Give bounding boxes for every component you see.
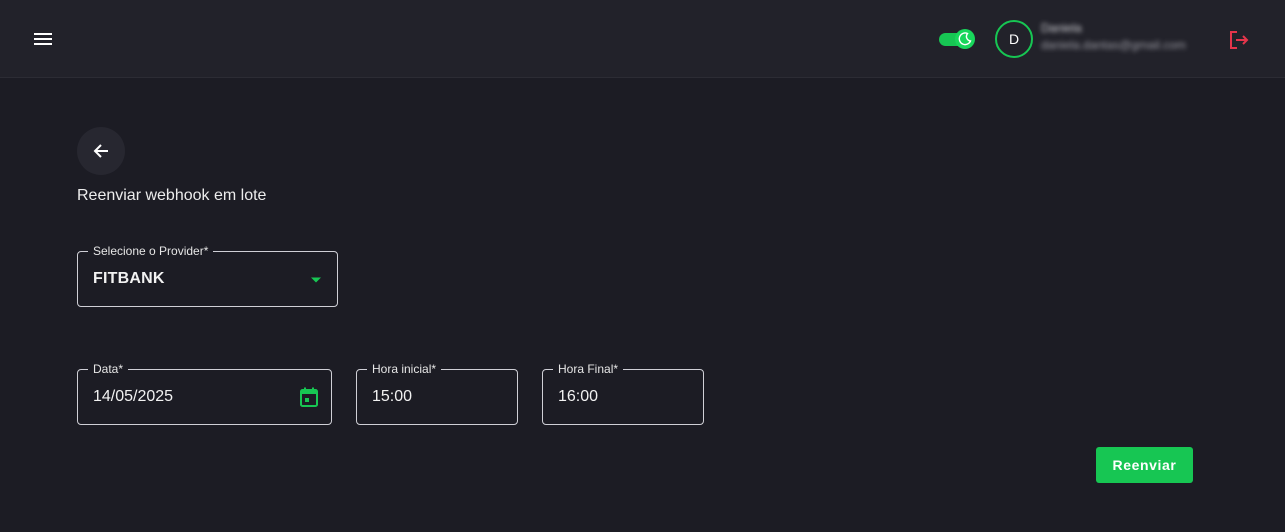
start-time-label: Hora inicial*: [367, 361, 442, 377]
start-time-field[interactable]: Hora inicial* 15:00: [356, 361, 518, 425]
logout-icon: [1230, 31, 1249, 49]
caret-down-icon[interactable]: [310, 276, 322, 284]
calendar-icon[interactable]: [298, 386, 320, 408]
theme-toggle-thumb: [955, 29, 975, 49]
date-field[interactable]: Data* 14/05/2025: [77, 361, 332, 425]
menu-icon: [34, 33, 52, 45]
user-name: Daniela: [1041, 21, 1082, 35]
end-time-value: 16:00: [558, 388, 599, 405]
user-info: Daniela daniela.dantas@gmail.com: [1041, 20, 1213, 54]
logout-button[interactable]: [1226, 27, 1252, 53]
provider-select[interactable]: Selecione o Provider* FITBANK: [77, 243, 338, 307]
avatar-initial: D: [1008, 31, 1020, 47]
date-label: Data*: [88, 361, 129, 377]
date-value: 14/05/2025: [93, 388, 174, 405]
end-time-field[interactable]: Hora Final* 16:00: [542, 361, 704, 425]
provider-value: FITBANK: [93, 270, 165, 287]
provider-label: Selecione o Provider*: [88, 243, 214, 259]
resend-button[interactable]: Reenviar: [1096, 447, 1193, 483]
theme-toggle[interactable]: [938, 29, 976, 49]
moon-icon: [958, 32, 972, 46]
top-bar: D Daniela daniela.dantas@gmail.com: [0, 0, 1285, 78]
page-title: Reenviar webhook em lote: [77, 187, 267, 204]
arrow-left-icon: [93, 144, 108, 158]
back-button[interactable]: [77, 127, 125, 175]
start-time-value: 15:00: [372, 388, 413, 405]
menu-button[interactable]: [28, 24, 58, 54]
end-time-label: Hora Final*: [553, 361, 624, 377]
avatar[interactable]: D: [995, 20, 1033, 58]
user-email: daniela.dantas@gmail.com: [1041, 38, 1186, 52]
